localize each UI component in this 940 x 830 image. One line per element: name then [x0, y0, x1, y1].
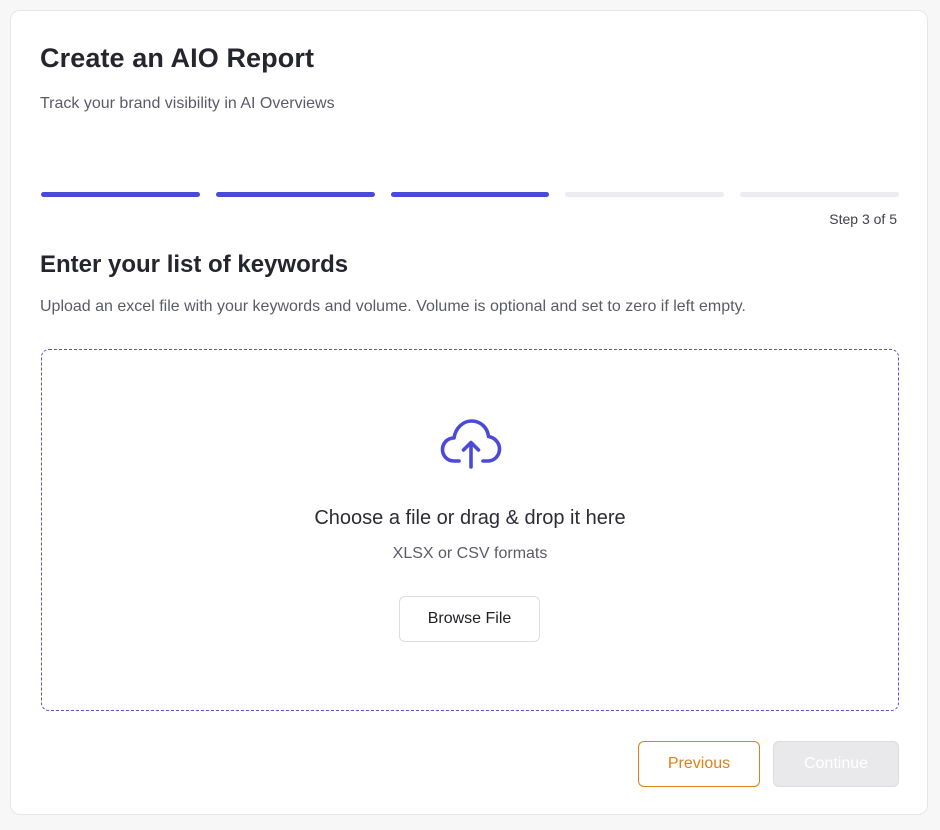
browse-file-button[interactable]: Browse File [399, 596, 540, 642]
cloud-upload-icon [440, 419, 502, 469]
file-dropzone[interactable]: Choose a file or drag & drop it here XLS… [41, 349, 899, 711]
progress-segment-3 [390, 192, 550, 197]
progress-segment-2 [215, 192, 375, 197]
step-indicator: Step 3 of 5 [829, 211, 897, 227]
page-title: Create an AIO Report [40, 43, 315, 73]
progress-segment-4 [565, 192, 725, 197]
page-subtitle: Track your brand visibility in AI Overvi… [40, 95, 335, 112]
report-wizard-card: Create an AIO Report Track your brand vi… [10, 10, 928, 815]
previous-button[interactable]: Previous [638, 741, 760, 787]
progress-segment-1 [41, 192, 200, 197]
step-progress-bar [41, 192, 899, 197]
section-description: Upload an excel file with your keywords … [40, 298, 746, 315]
dropzone-prompt: Choose a file or drag & drop it here [314, 507, 626, 529]
dropzone-formats: XLSX or CSV formats [392, 545, 548, 562]
progress-segment-5 [740, 192, 899, 197]
continue-button[interactable]: Continue [773, 741, 899, 787]
section-title: Enter your list of keywords [40, 251, 349, 278]
